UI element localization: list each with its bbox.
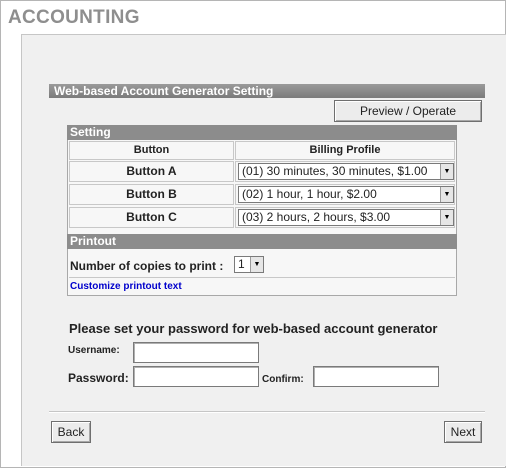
column-header-billing-profile: Billing Profile: [235, 141, 455, 160]
billing-cell-b: (02) 1 hour, 1 hour, $2.00 ▼: [235, 184, 455, 205]
chevron-down-icon[interactable]: ▼: [250, 257, 263, 272]
page-title: ACCOUNTING: [8, 7, 140, 28]
next-button[interactable]: Next: [444, 421, 482, 443]
billing-profile-value-a: (01) 30 minutes, 30 minutes, $1.00: [242, 164, 428, 178]
printout-header: Printout: [67, 234, 457, 249]
password-field[interactable]: [133, 366, 259, 387]
chevron-down-icon[interactable]: ▼: [440, 164, 453, 179]
password-heading: Please set your password for web-based a…: [69, 321, 438, 336]
copies-row: Number of copies to print : 1 ▼: [69, 252, 455, 278]
copies-select[interactable]: 1 ▼: [234, 256, 264, 273]
username-field[interactable]: [133, 342, 259, 363]
billing-cell-c: (03) 2 hours, 2 hours, $3.00 ▼: [235, 207, 455, 228]
column-header-button: Button: [69, 141, 234, 160]
back-button[interactable]: Back: [51, 421, 91, 443]
chevron-down-icon[interactable]: ▼: [440, 210, 453, 225]
row-label-button-b: Button B: [69, 184, 234, 205]
customize-printout-link[interactable]: Customize printout text: [70, 281, 182, 292]
row-label-button-c: Button C: [69, 207, 234, 228]
billing-profile-select-b[interactable]: (02) 1 hour, 1 hour, $2.00 ▼: [238, 186, 454, 203]
divider: [49, 411, 485, 413]
billing-profile-value-b: (02) 1 hour, 1 hour, $2.00: [242, 187, 377, 201]
confirm-field[interactable]: [313, 366, 439, 387]
chevron-down-icon[interactable]: ▼: [440, 187, 453, 202]
billing-profile-select-c[interactable]: (03) 2 hours, 2 hours, $3.00 ▼: [238, 209, 454, 226]
setting-header: Setting: [67, 125, 457, 140]
copies-label: Number of copies to print :: [70, 259, 224, 273]
section-header: Web-based Account Generator Setting: [49, 84, 485, 98]
billing-cell-a: (01) 30 minutes, 30 minutes, $1.00 ▼: [235, 161, 455, 182]
preview-operate-button[interactable]: Preview / Operate: [334, 100, 482, 122]
copies-value: 1: [238, 257, 245, 271]
username-label: Username:: [68, 345, 120, 356]
confirm-label: Confirm:: [262, 374, 304, 385]
row-label-button-a: Button A: [69, 161, 234, 182]
billing-profile-value-c: (03) 2 hours, 2 hours, $3.00: [242, 210, 391, 224]
billing-profile-select-a[interactable]: (01) 30 minutes, 30 minutes, $1.00 ▼: [238, 163, 454, 180]
password-label: Password:: [68, 371, 129, 385]
